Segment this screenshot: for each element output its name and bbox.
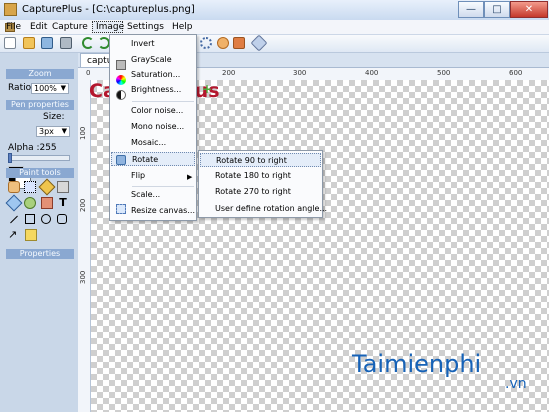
ruler-tick: 600 xyxy=(509,69,523,77)
eyedropper-icon[interactable] xyxy=(5,194,23,212)
menu-item-color-noise[interactable]: Color noise... xyxy=(131,104,183,118)
main-toolbar xyxy=(0,34,549,53)
ruler-tick: 400 xyxy=(365,69,379,77)
close-button[interactable]: ✕ xyxy=(510,1,548,18)
menu-item-saturation[interactable]: Saturation... xyxy=(131,68,180,82)
menu-separator xyxy=(132,186,194,187)
bucket-icon[interactable] xyxy=(57,181,69,193)
menu-settings[interactable]: Settings xyxy=(124,21,167,33)
menu-item-invert[interactable]: Invert xyxy=(131,37,155,51)
left-panel: Zoom Ratio: 100% ▼ Pen properties ↖ Size… xyxy=(0,53,79,412)
selection-icon[interactable] xyxy=(24,181,36,193)
grayscale-icon xyxy=(116,60,126,70)
image-dropdown-menu: Invert GrayScale Saturation... Brightnes… xyxy=(109,34,197,221)
menu-item-mosaic[interactable]: Mosaic... xyxy=(131,136,166,150)
rotate-icon xyxy=(116,155,126,165)
arrow-icon[interactable] xyxy=(8,228,20,241)
ruler-tick: 300 xyxy=(293,69,307,77)
palette-icon[interactable] xyxy=(217,37,229,49)
ruler-tick: 200 xyxy=(79,198,87,212)
menu-item-scale[interactable]: Scale... xyxy=(131,188,160,202)
maximize-button[interactable]: □ xyxy=(484,1,510,18)
menu-item-rotate-270[interactable]: Rotate 270 to right xyxy=(215,185,291,199)
ruler-tick: 100 xyxy=(79,126,87,140)
menu-image[interactable]: Image xyxy=(92,21,124,33)
brush-icon[interactable] xyxy=(24,197,36,209)
pencil-icon[interactable] xyxy=(38,178,56,196)
menu-item-rotate-180[interactable]: Rotate 180 to right xyxy=(215,169,291,183)
title-bar: CapturePlus - [C:\captureplus.png] — □ ✕ xyxy=(0,0,549,21)
watermark-brand: Taimienphi xyxy=(352,350,482,378)
menu-item-grayscale[interactable]: GrayScale xyxy=(131,53,172,67)
ruler-tick: 0 xyxy=(86,69,91,77)
rectangle-icon[interactable] xyxy=(25,214,35,224)
resize-canvas-icon xyxy=(116,204,126,214)
captureplus-window: CapturePlus - [C:\captureplus.png] — □ ✕… xyxy=(0,0,549,412)
submenu-arrow-icon: ▶ xyxy=(187,173,193,181)
undo-icon[interactable] xyxy=(82,37,94,49)
paint-icon[interactable] xyxy=(233,37,245,49)
menu-item-resize-canvas[interactable]: Resize canvas... xyxy=(131,204,195,218)
menu-help[interactable]: Help xyxy=(169,21,196,33)
rotate-submenu: Rotate 90 to right Rotate 180 to right R… xyxy=(198,150,327,218)
note-icon[interactable] xyxy=(25,229,37,241)
ruler-tick: 200 xyxy=(222,69,236,77)
menu-item-brightness[interactable]: Brightness... xyxy=(131,83,181,97)
line-icon[interactable] xyxy=(8,213,20,225)
wrench-icon[interactable] xyxy=(250,34,268,52)
brightness-icon xyxy=(116,90,126,100)
hand-icon[interactable] xyxy=(8,181,20,193)
ruler-tick: 500 xyxy=(437,69,451,77)
ruler-tick: 300 xyxy=(79,270,87,284)
canvas-logo-plus: + xyxy=(202,82,213,96)
menu-bar: File Edit Capture Image Settings Help xyxy=(0,20,549,35)
minimize-button[interactable]: — xyxy=(458,1,484,18)
menu-item-flip[interactable]: Flip xyxy=(131,169,145,183)
watermark-domain: .vn xyxy=(505,376,527,392)
gear-icon[interactable] xyxy=(200,37,212,49)
left-ruler: 100 200 300 xyxy=(78,80,91,412)
menu-separator xyxy=(132,101,194,102)
rounded-rectangle-icon[interactable] xyxy=(57,214,67,224)
menu-item-custom-rotation[interactable]: User define rotation angle... xyxy=(215,202,327,216)
ellipse-icon[interactable] xyxy=(41,214,51,224)
text-icon[interactable]: T xyxy=(57,197,69,209)
properties-header: Properties xyxy=(6,249,74,259)
menu-item-rotate-90[interactable]: Rotate 90 to right xyxy=(200,153,321,167)
saturation-icon xyxy=(116,75,126,85)
menu-item-mono-noise[interactable]: Mono noise... xyxy=(131,120,184,134)
eraser-icon[interactable] xyxy=(41,197,53,209)
